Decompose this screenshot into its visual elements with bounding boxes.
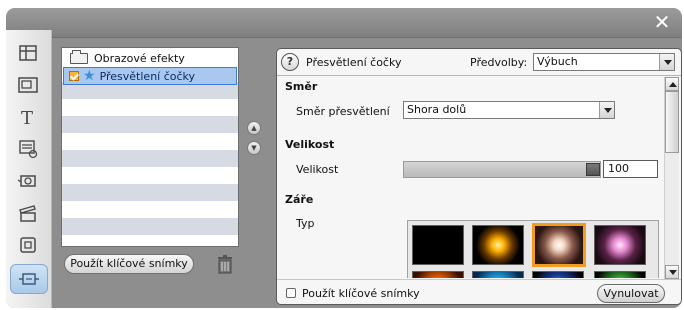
tool-strip: T [6,30,52,308]
section-direction: Směr [285,80,318,93]
effects-icon[interactable] [10,264,48,294]
effects-list: Obrazové efekty ★ Přesvětlení čočky [61,47,239,247]
keyframes-checkbox-label: Použít klíčové snímky [302,287,420,300]
panel-header: ? Přesvětlení čočky Předvolby: Výbuch [277,49,681,75]
help-icon[interactable]: ? [281,53,299,71]
folder-icon [70,49,88,64]
size-slider[interactable] [403,161,601,178]
menu-icon[interactable] [17,138,39,160]
glow-swatch-selected[interactable] [532,223,586,267]
scroll-up-icon[interactable] [665,77,679,91]
effects-window: ✕ T Obrazové efekty ★ Přesvětlení čočky … [6,8,682,308]
slider-thumb[interactable] [586,163,600,176]
reset-button[interactable]: Vynulovat [597,284,665,303]
picture-in-picture-icon[interactable] [17,74,39,96]
category-label: Obrazové efekty [94,51,185,65]
keyframes-button[interactable]: Použít klíčové snímky [64,254,194,274]
list-item-label: Přesvětlení čočky [99,69,196,83]
title-bar: ✕ [6,8,682,38]
direction-select[interactable]: Shora dolů [403,101,615,119]
text-icon[interactable]: T [17,106,39,129]
chevron-down-icon[interactable] [599,102,614,118]
scroll-thumb[interactable] [665,91,679,153]
enabled-check-icon[interactable] [69,71,79,81]
glow-swatch[interactable] [594,225,646,265]
move-down-button[interactable]: ▼ [247,141,261,155]
direction-label: Směr přesvětlení [296,105,390,118]
chevron-down-icon[interactable] [659,54,674,70]
effect-settings-panel: ? Přesvětlení čočky Předvolby: Výbuch Sm… [276,48,682,305]
presets-select[interactable]: Výbuch [533,53,675,71]
scroll-down-icon[interactable] [665,265,679,279]
clapper-icon[interactable] [17,202,39,224]
glow-swatch[interactable] [532,271,584,278]
trash-icon[interactable] [216,254,234,274]
glow-swatch[interactable] [472,225,524,265]
glow-swatch[interactable] [594,271,646,278]
category-row[interactable]: Obrazové efekty [70,49,185,65]
glow-type-grid [407,220,659,278]
size-input[interactable]: 100 [603,160,658,178]
square-icon[interactable] [17,234,39,256]
size-label: Velikost [296,163,339,176]
move-up-button[interactable]: ▲ [247,121,261,135]
effect-title: Přesvětlení čočky [306,56,402,69]
storyboard-icon[interactable] [17,42,39,64]
glow-swatch[interactable] [472,271,524,278]
vertical-scrollbar[interactable] [664,77,679,279]
settings-scroll-area[interactable]: Směr Směr přesvětlení Shora dolů Velikos… [277,75,681,278]
glow-swatch[interactable] [412,225,464,265]
svg-text:T: T [21,108,33,128]
panel-footer: Použít klíčové snímky Vynulovat [277,279,681,304]
section-glow: Záře [285,193,314,206]
camera-icon[interactable] [17,170,39,192]
glow-swatch[interactable] [412,271,464,278]
star-icon: ★ [83,68,96,84]
list-item-selected[interactable]: ★ Přesvětlení čočky [63,67,237,85]
type-label: Typ [296,217,315,230]
direction-value: Shora dolů [407,103,467,116]
presets-value: Výbuch [537,55,578,68]
presets-label: Předvolby: [470,56,528,69]
keyframes-checkbox[interactable] [286,288,296,298]
section-size: Velikost [285,138,335,151]
close-icon[interactable]: ✕ [652,12,672,32]
